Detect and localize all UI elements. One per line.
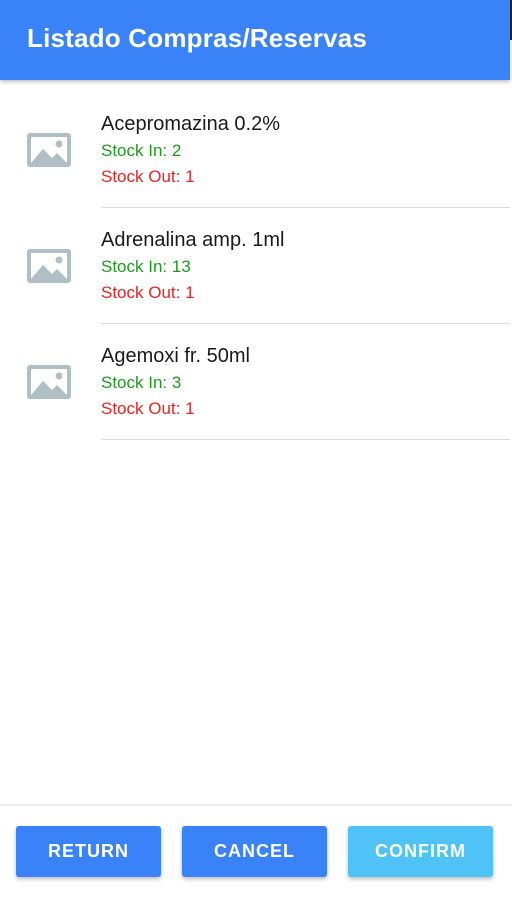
image-placeholder-icon: [27, 249, 71, 283]
list-item[interactable]: Acepromazina 0.2% Stock In: 2 Stock Out:…: [0, 92, 512, 208]
product-list: Acepromazina 0.2% Stock In: 2 Stock Out:…: [0, 92, 512, 440]
item-name: Agemoxi fr. 50ml: [101, 345, 250, 367]
item-name: Adrenalina amp. 1ml: [101, 229, 285, 251]
item-text: Acepromazina 0.2% Stock In: 2 Stock Out:…: [101, 112, 512, 188]
app-bar: Listado Compras/Reservas: [0, 0, 510, 80]
confirm-button[interactable]: CONFIRM: [348, 826, 493, 877]
stock-in-label: Stock In: 3: [101, 373, 182, 392]
image-placeholder-icon: [27, 133, 71, 167]
stock-out-label: Stock Out: 1: [101, 399, 195, 418]
return-button[interactable]: RETURN: [16, 826, 161, 877]
list-item[interactable]: Adrenalina amp. 1ml Stock In: 13 Stock O…: [0, 208, 512, 324]
stock-in-label: Stock In: 13: [101, 257, 191, 276]
stock-in-label: Stock In: 2: [101, 141, 182, 160]
item-name: Acepromazina 0.2%: [101, 113, 280, 135]
stock-out-label: Stock Out: 1: [101, 167, 195, 186]
page-title: Listado Compras/Reservas: [27, 22, 368, 53]
item-text: Agemoxi fr. 50ml Stock In: 3 Stock Out: …: [101, 344, 512, 420]
screen: Listado Compras/Reservas Acepromazina 0.…: [0, 0, 512, 900]
action-footer: RETURN CANCEL CONFIRM: [0, 826, 512, 878]
item-text: Adrenalina amp. 1ml Stock In: 13 Stock O…: [101, 228, 512, 304]
list-item[interactable]: Agemoxi fr. 50ml Stock In: 3 Stock Out: …: [0, 324, 512, 440]
divider: [101, 439, 510, 440]
cancel-button[interactable]: CANCEL: [182, 826, 327, 877]
stock-out-label: Stock Out: 1: [101, 283, 195, 302]
image-placeholder-icon: [27, 365, 71, 399]
footer-divider: [0, 804, 512, 806]
